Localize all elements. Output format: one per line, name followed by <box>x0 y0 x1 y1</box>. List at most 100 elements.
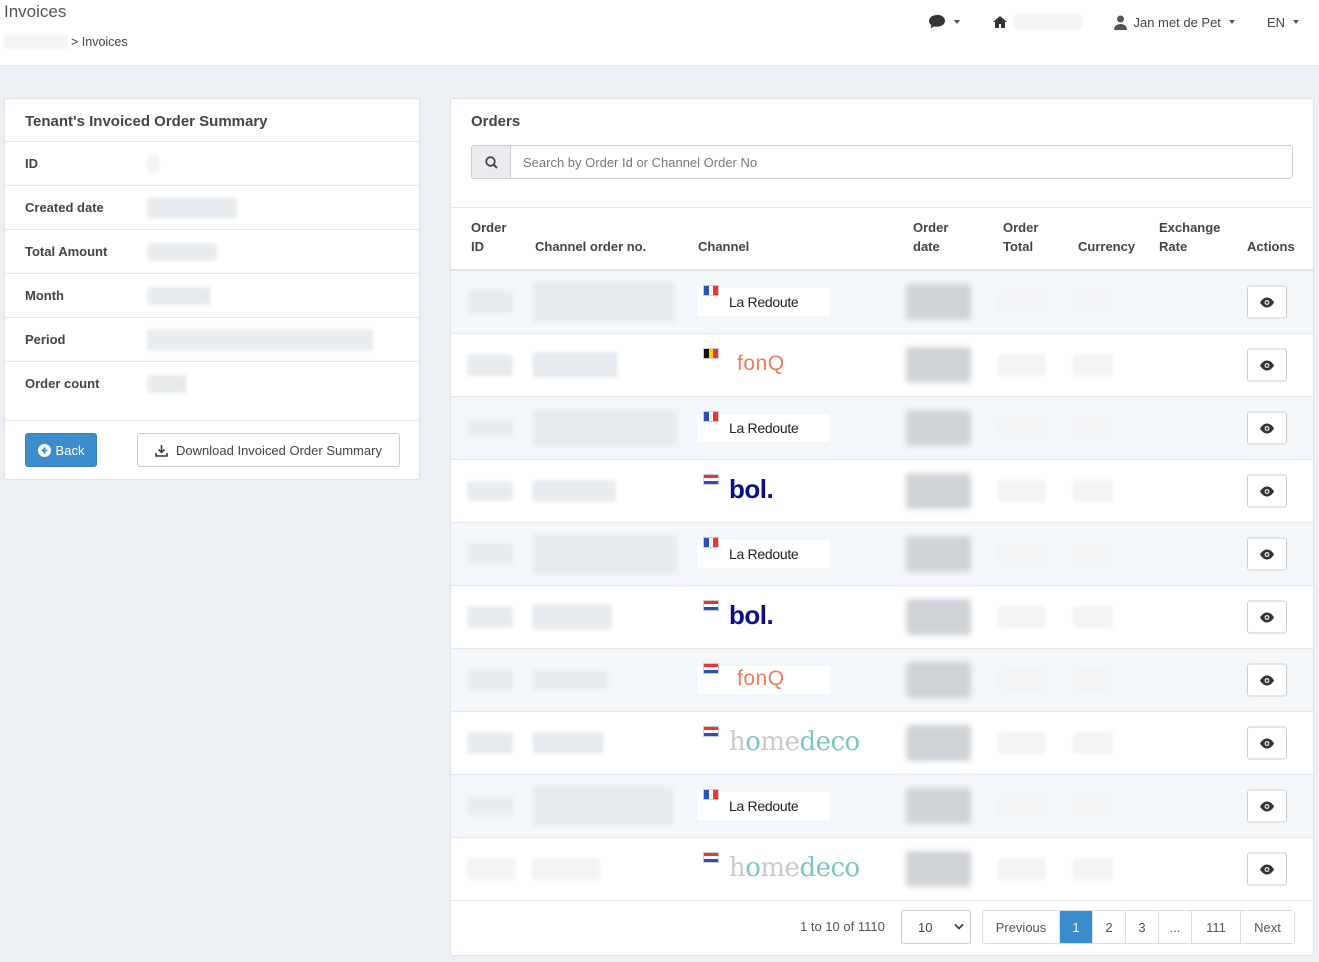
home-menu[interactable] <box>992 14 1083 30</box>
eye-icon <box>1260 675 1274 685</box>
chat-icon <box>929 14 946 29</box>
view-order-button[interactable] <box>1247 663 1287 697</box>
download-summary-button[interactable]: Download Invoiced Order Summary <box>137 433 400 467</box>
order-id <box>467 354 513 376</box>
order-total <box>998 858 1046 880</box>
order-total <box>998 795 1046 817</box>
page-ellipsis: ... <box>1159 911 1192 943</box>
channel-order-no <box>532 282 675 322</box>
order-id <box>467 419 513 437</box>
view-order-button[interactable] <box>1247 852 1287 886</box>
channel-order-no <box>532 480 616 502</box>
search-icon <box>484 155 498 169</box>
view-order-button[interactable] <box>1247 285 1287 319</box>
user-menu[interactable]: Jan met de Pet <box>1114 15 1235 30</box>
eye-icon <box>1260 801 1274 811</box>
view-order-button[interactable] <box>1247 600 1287 634</box>
column-exchange-rate[interactable]: Exchange Rate <box>1159 218 1220 256</box>
table-row[interactable]: La Redoute <box>451 397 1313 460</box>
table-row[interactable]: bol. <box>451 586 1313 649</box>
view-order-button[interactable] <box>1247 348 1287 382</box>
page-button-111[interactable]: 111 <box>1192 911 1241 943</box>
tenant-name <box>1014 14 1083 30</box>
channel-order-no <box>532 604 612 630</box>
orders-card: Orders OrderID Channel order no. Channel… <box>450 98 1314 956</box>
column-order-total[interactable]: Order Total <box>1003 218 1038 256</box>
order-date <box>906 788 971 824</box>
table-row[interactable]: La Redoute <box>451 775 1313 838</box>
eye-icon <box>1260 486 1274 496</box>
column-order-id[interactable]: Order ID <box>471 218 506 256</box>
order-id <box>467 732 513 754</box>
table-row[interactable]: La Redoute <box>451 523 1313 586</box>
table-row[interactable]: homedeco <box>451 712 1313 775</box>
view-order-button[interactable] <box>1247 726 1287 760</box>
view-order-button[interactable] <box>1247 537 1287 571</box>
channel-logo: La Redoute <box>697 285 830 316</box>
channel-logo: fonQ <box>697 348 830 379</box>
order-id <box>467 669 513 691</box>
currency <box>1073 543 1113 565</box>
previous-page-button[interactable]: Previous <box>983 911 1060 943</box>
breadcrumb: > Invoices <box>4 35 128 49</box>
summary-footer: Back Download Invoiced Order Summary <box>5 420 419 480</box>
chevron-down-icon <box>954 20 961 24</box>
table-row[interactable]: homedeco <box>451 838 1313 901</box>
language-menu[interactable]: EN <box>1267 15 1299 30</box>
flag-nl-icon <box>703 474 719 485</box>
flag-be-icon <box>703 348 719 359</box>
breadcrumb-home-link[interactable] <box>4 35 68 49</box>
column-channel-order-no[interactable]: Channel order no. <box>535 237 646 256</box>
channel-logo: bol. <box>697 600 830 631</box>
summary-value <box>147 328 373 351</box>
page-button-3[interactable]: 3 <box>1126 911 1159 943</box>
view-order-button[interactable] <box>1247 789 1287 823</box>
table-row[interactable]: fonQ <box>451 334 1313 397</box>
summary-label: Created date <box>25 200 104 215</box>
view-order-button[interactable] <box>1247 474 1287 508</box>
column-currency[interactable]: Currency <box>1078 237 1135 256</box>
currency <box>1073 732 1113 754</box>
chevron-down-icon <box>1293 20 1299 24</box>
summary-title: Tenant's Invoiced Order Summary <box>25 113 268 130</box>
arrow-circle-left-icon <box>37 443 51 457</box>
page-size-select[interactable]: 10 <box>901 910 971 944</box>
table-row[interactable]: bol. <box>451 460 1313 523</box>
eye-icon <box>1260 423 1274 433</box>
search-input[interactable] <box>511 146 1292 178</box>
download-label: Download Invoiced Order Summary <box>176 442 382 458</box>
page-title: Invoices <box>4 2 67 21</box>
page-button-1[interactable]: 1 <box>1060 911 1093 943</box>
breadcrumb-current: > Invoices <box>71 35 128 49</box>
summary-label: Total Amount <box>25 244 108 259</box>
table-header: Order ID Channel order no. Channel Order d… <box>451 207 1313 271</box>
flag-fr-icon <box>703 411 719 422</box>
summary-row-total-amount: Total Amount <box>5 229 419 273</box>
flag-nl-icon <box>703 600 719 611</box>
channel-logo: homedeco <box>697 726 860 757</box>
currency <box>1073 354 1113 376</box>
invoice-summary-card: Tenant's Invoiced Order Summary ID Creat… <box>4 98 420 480</box>
next-page-button[interactable]: Next <box>1241 911 1294 943</box>
order-total <box>998 480 1046 502</box>
currency <box>1073 291 1113 313</box>
messages-menu[interactable] <box>928 14 961 30</box>
column-order-date[interactable]: Order date <box>913 218 948 256</box>
column-channel[interactable]: Channel <box>698 237 749 256</box>
page-button-2[interactable]: 2 <box>1093 911 1126 943</box>
summary-row-order-count: Order count <box>5 361 419 405</box>
column-actions: Actions <box>1247 239 1295 254</box>
currency <box>1073 669 1113 691</box>
view-order-button[interactable] <box>1247 411 1287 445</box>
order-date <box>906 473 971 509</box>
summary-label: Month <box>25 288 64 303</box>
table-row[interactable]: La Redoute <box>451 271 1313 334</box>
summary-row-id: ID <box>5 141 419 185</box>
order-date <box>906 347 971 383</box>
table-row[interactable]: fonQ <box>451 649 1313 712</box>
summary-label: ID <box>25 156 38 171</box>
channel-order-no <box>532 858 600 880</box>
summary-row-period: Period <box>5 317 419 361</box>
channel-order-no <box>532 732 604 754</box>
back-button[interactable]: Back <box>25 433 97 467</box>
